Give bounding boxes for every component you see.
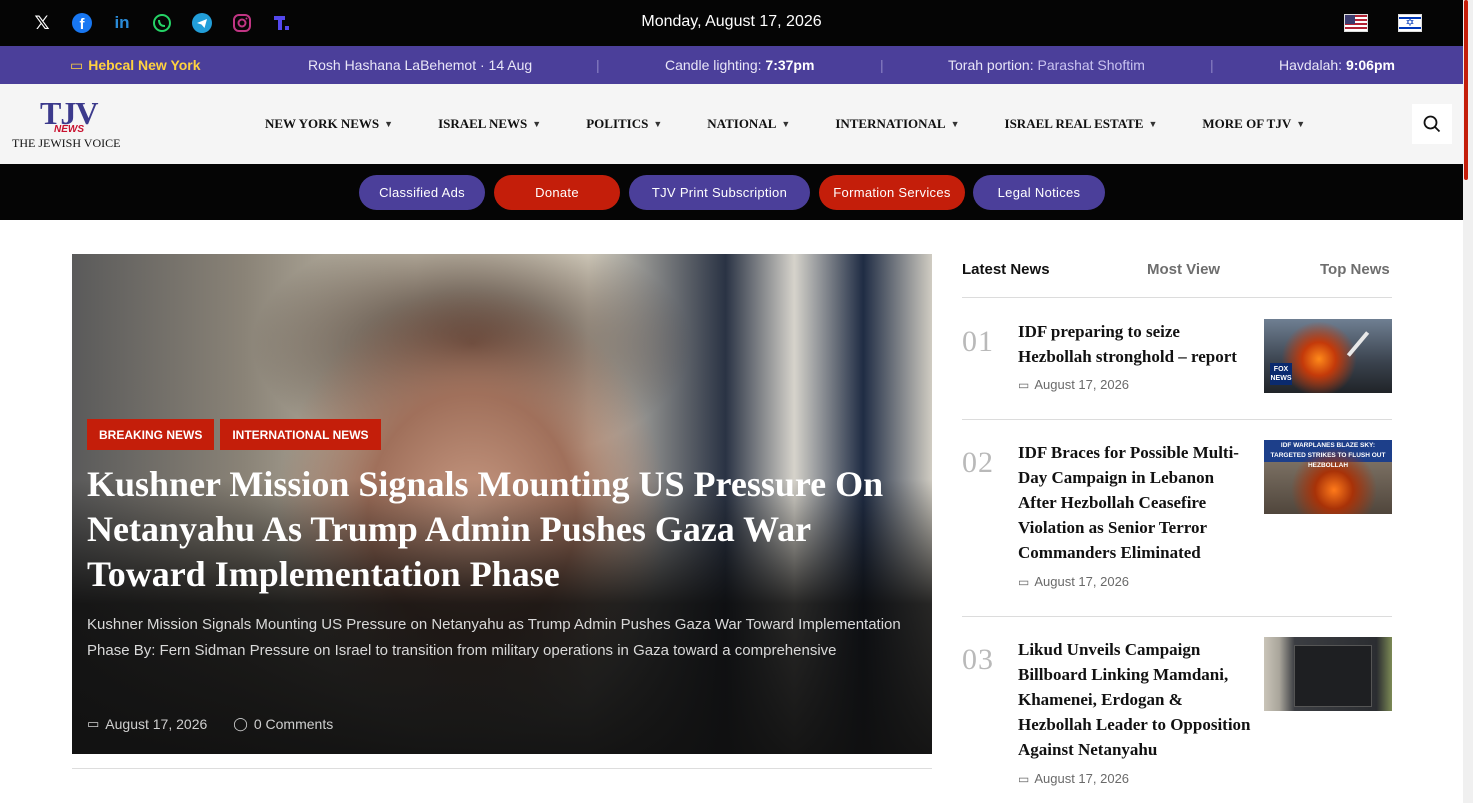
chevron-down-icon: ▼ bbox=[781, 119, 791, 129]
quick-links-bar: Classified Ads Donate TJV Print Subscrip… bbox=[0, 164, 1463, 220]
nav-politics[interactable]: POLITICS ▼ bbox=[586, 116, 662, 132]
featured-comments[interactable]: 0 Comments bbox=[254, 716, 333, 732]
top-bar: 𝕏 f in Monday, August 17, 2026 bbox=[0, 0, 1473, 46]
divider bbox=[962, 616, 1392, 617]
tag-international-news[interactable]: INTERNATIONAL NEWS bbox=[220, 419, 381, 450]
print-subscription-button[interactable]: TJV Print Subscription bbox=[629, 175, 810, 210]
chevron-down-icon: ▼ bbox=[1296, 119, 1306, 129]
donate-button[interactable]: Donate bbox=[494, 175, 620, 210]
site-header: TJV NEWS THE JEWISH VOICE NEW YORK NEWS ▼… bbox=[0, 84, 1463, 164]
missile-shape bbox=[1346, 331, 1370, 357]
search-button[interactable] bbox=[1412, 104, 1452, 144]
billboard-shape bbox=[1294, 645, 1372, 707]
site-logo[interactable]: TJV NEWS THE JEWISH VOICE bbox=[12, 97, 136, 152]
item-title[interactable]: IDF Braces for Possible Multi-Day Campai… bbox=[1018, 440, 1252, 565]
featured-date: August 17, 2026 bbox=[105, 716, 208, 732]
torah-portion-link[interactable]: Parashat Shoftim bbox=[1038, 57, 1145, 73]
item-number: 03 bbox=[962, 643, 994, 676]
scrollbar-thumb[interactable] bbox=[1464, 0, 1468, 180]
item-title[interactable]: Likud Unveils Campaign Billboard Linking… bbox=[1018, 637, 1252, 762]
calendar-icon: ▭ bbox=[1018, 574, 1030, 589]
comment-icon: ◯ bbox=[233, 716, 248, 731]
separator: | bbox=[596, 57, 600, 73]
tab-latest-news[interactable]: Latest News bbox=[962, 261, 1050, 278]
calendar-icon: ▭ bbox=[1018, 377, 1030, 392]
divider bbox=[72, 768, 932, 769]
item-date: ▭ August 17, 2026 bbox=[1018, 574, 1130, 589]
chevron-down-icon: ▼ bbox=[384, 119, 394, 129]
item-thumbnail[interactable]: IDF WARPLANES BLAZE SKY: TARGETED STRIKE… bbox=[1264, 440, 1392, 514]
article-tags: BREAKING NEWS INTERNATIONAL NEWS bbox=[87, 419, 381, 450]
us-flag-icon[interactable] bbox=[1344, 14, 1368, 32]
item-thumbnail[interactable]: FOX NEWS bbox=[1264, 319, 1392, 393]
hebcal-location[interactable]: ▭ Hebcal New York bbox=[70, 57, 201, 74]
item-date: ▭ August 17, 2026 bbox=[1018, 771, 1130, 786]
item-date: ▭ August 17, 2026 bbox=[1018, 377, 1130, 392]
formation-services-button[interactable]: Formation Services bbox=[819, 175, 965, 210]
nav-new-york-news[interactable]: NEW YORK NEWS ▼ bbox=[265, 116, 393, 132]
classified-ads-button[interactable]: Classified Ads bbox=[359, 175, 485, 210]
tab-most-view[interactable]: Most View bbox=[1147, 261, 1220, 278]
candle-lighting: Candle lighting: 7:37pm bbox=[665, 57, 815, 73]
separator: | bbox=[1210, 57, 1214, 73]
hebcal-bar: ▭ Hebcal New York Rosh Hashana LaBehemot … bbox=[0, 46, 1463, 84]
nav-international[interactable]: INTERNATIONAL ▼ bbox=[835, 116, 959, 132]
item-number: 01 bbox=[962, 325, 994, 358]
nav-israel-news[interactable]: ISRAEL NEWS ▼ bbox=[438, 116, 541, 132]
featured-article[interactable]: BREAKING NEWS INTERNATIONAL NEWS Kushner… bbox=[72, 254, 932, 754]
nav-national[interactable]: NATIONAL ▼ bbox=[707, 116, 790, 132]
item-thumbnail[interactable] bbox=[1264, 637, 1392, 711]
sidebar-tabs: Latest News Most View Top News bbox=[962, 254, 1392, 298]
main-nav: NEW YORK NEWS ▼ ISRAEL NEWS ▼ POLITICS ▼ NA… bbox=[265, 116, 1305, 132]
hebcal-holiday[interactable]: Rosh Hashana LaBehemot · 14 Aug bbox=[308, 57, 532, 73]
nav-israel-real-estate[interactable]: ISRAEL REAL ESTATE ▼ bbox=[1005, 116, 1158, 132]
featured-excerpt: Kushner Mission Signals Mounting US Pres… bbox=[87, 616, 901, 659]
tag-breaking-news[interactable]: BREAKING NEWS bbox=[87, 419, 215, 450]
search-icon bbox=[1423, 115, 1441, 133]
chevron-down-icon: ▼ bbox=[653, 119, 663, 129]
havdalah: Havdalah: 9:06pm bbox=[1279, 57, 1395, 73]
nav-more-of-tjv[interactable]: MORE OF TJV ▼ bbox=[1202, 116, 1305, 132]
divider bbox=[962, 419, 1392, 420]
legal-notices-button[interactable]: Legal Notices bbox=[973, 175, 1105, 210]
featured-headline[interactable]: Kushner Mission Signals Mounting US Pres… bbox=[87, 462, 917, 597]
item-title[interactable]: IDF preparing to seize Hezbollah strongh… bbox=[1018, 319, 1252, 369]
calendar-icon: ▭ bbox=[87, 716, 100, 731]
calendar-icon: ▭ bbox=[70, 57, 84, 73]
separator: | bbox=[880, 57, 884, 73]
chevron-down-icon: ▼ bbox=[950, 119, 960, 129]
chevron-down-icon: ▼ bbox=[532, 119, 542, 129]
chevron-down-icon: ▼ bbox=[1148, 119, 1158, 129]
item-number: 02 bbox=[962, 446, 994, 479]
news-sidebar: Latest News Most View Top News 01 IDF pr… bbox=[962, 254, 1392, 786]
featured-meta: ▭ August 17, 2026 ◯ 0 Comments bbox=[87, 716, 333, 732]
torah-portion: Torah portion: Parashat Shoftim bbox=[948, 57, 1145, 73]
news-channel-logo: FOX NEWS bbox=[1270, 363, 1292, 385]
thumbnail-caption: IDF WARPLANES BLAZE SKY: TARGETED STRIKE… bbox=[1270, 442, 1386, 469]
current-date: Monday, August 17, 2026 bbox=[641, 13, 822, 30]
calendar-icon: ▭ bbox=[1018, 771, 1030, 786]
page: 𝕏 f in Monday, August 17, 2026 ▭Hebcal bbox=[0, 0, 1473, 803]
israel-flag-icon[interactable] bbox=[1398, 14, 1422, 32]
tab-top-news[interactable]: Top News bbox=[1320, 261, 1390, 278]
